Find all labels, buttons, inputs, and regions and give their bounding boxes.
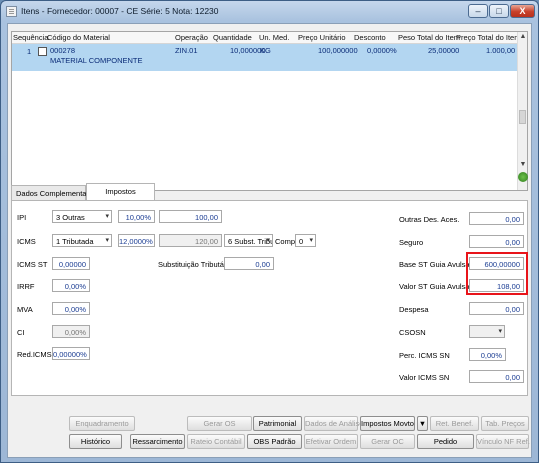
title-bar: Itens - Fornecedor: 00007 - CE Série: 5 … xyxy=(1,1,538,23)
ret-benef-button[interactable]: Ret. Benef. xyxy=(430,416,479,431)
despesa-label: Despesa xyxy=(399,305,429,314)
icms-select[interactable]: 1 Tributada ▾ xyxy=(52,234,112,247)
historico-button[interactable]: Histórico xyxy=(69,434,122,449)
ipi-select-value: 3 Outras xyxy=(56,213,85,222)
red-icms-valor[interactable]: 0,00000% xyxy=(52,347,90,360)
icms-label: ICMS xyxy=(17,237,36,246)
cell-unidade: KG xyxy=(260,46,271,55)
col-peso-total[interactable]: Peso Total do Item xyxy=(398,33,460,42)
items-grid[interactable]: Sequência Código do Material Operação Qu… xyxy=(11,31,528,191)
client-area: Sequência Código do Material Operação Qu… xyxy=(7,23,532,458)
scroll-thumb[interactable] xyxy=(519,110,526,124)
icms-aliquota[interactable]: 12,0000% xyxy=(118,234,155,247)
icms-subst-select[interactable]: 6 Subst. Tribu ▾ xyxy=(224,234,273,247)
col-desconto[interactable]: Desconto xyxy=(354,33,386,42)
ipi-aliquota[interactable]: 10,00% xyxy=(118,210,155,223)
obs-padrao-button[interactable]: OBS Padrão xyxy=(247,434,302,449)
csosn-select[interactable]: ▾ xyxy=(469,325,505,338)
col-quantidade[interactable]: Quantidade xyxy=(213,33,252,42)
col-preco-total[interactable]: Preço Total do Item xyxy=(456,33,520,42)
window: Itens - Fornecedor: 00007 - CE Série: 5 … xyxy=(0,0,539,463)
csosn-label: CSOSN xyxy=(399,328,426,337)
outras-des-aces-valor[interactable]: 0,00 xyxy=(469,212,524,225)
vinculo-nf-ref-button[interactable]: Vínculo NF Ref. xyxy=(476,434,530,449)
impostos-panel: IPI 3 Outras ▾ 10,00% 100,00 ICMS 1 Tribu… xyxy=(11,200,528,396)
icms-st-label: ICMS ST xyxy=(17,260,48,269)
chevron-down-icon: ▾ xyxy=(498,328,502,335)
cell-seq: 1 xyxy=(27,47,32,56)
cell-desconto: 0,0000% xyxy=(367,46,397,55)
scroll-up-icon[interactable]: ▲ xyxy=(519,32,527,41)
chevron-down-icon: ▾ xyxy=(105,237,109,244)
mva-label: MVA xyxy=(17,305,33,314)
tab-dados-complementares[interactable]: Dados Complementares xyxy=(11,185,97,200)
efetivar-ordem-button[interactable]: Efetivar Ordem xyxy=(304,434,358,449)
cell-preco-total: 1.000,00 xyxy=(486,46,516,55)
minimize-button[interactable]: – xyxy=(468,4,488,18)
irrf-valor[interactable]: 0,00% xyxy=(52,279,90,292)
mva-valor[interactable]: 0,00% xyxy=(52,302,90,315)
valor-icms-sn-label: Valor ICMS SN xyxy=(399,373,450,382)
perc-icms-sn-valor[interactable]: 0,00% xyxy=(469,348,506,361)
icms-st-valor[interactable]: 0,00000 xyxy=(52,257,90,270)
ipi-valor[interactable]: 100,00 xyxy=(159,210,222,223)
maximize-button[interactable]: □ xyxy=(489,4,509,18)
col-sequencia[interactable]: Sequência xyxy=(13,33,48,42)
grid-header: Sequência Código do Material Operação Qu… xyxy=(12,32,520,44)
base-st-guia-label: Base ST Guia Avulsa xyxy=(399,260,470,269)
ipi-label: IPI xyxy=(17,213,27,222)
valor-icms-sn-valor[interactable]: 0,00 xyxy=(469,370,524,383)
enquadramento-button[interactable]: Enquadramento xyxy=(69,416,135,431)
chevron-down-icon: ▾ xyxy=(266,237,270,244)
table-row[interactable]: 1 000278 MATERIAL COMPONENTE ZIN.01 10,0… xyxy=(12,44,519,71)
red-icms-label: Red.ICMS xyxy=(17,350,52,359)
subst-tributaria-valor[interactable]: 0,00 xyxy=(224,257,274,270)
ipi-select[interactable]: 3 Outras ▾ xyxy=(52,210,112,223)
col-preco-unitario[interactable]: Preço Unitário xyxy=(298,33,346,42)
compl-value: 0 xyxy=(299,237,304,246)
gerar-oc-button[interactable]: Gerar OC xyxy=(360,434,415,449)
refresh-icon[interactable] xyxy=(518,172,528,182)
col-codigo[interactable]: Código do Material xyxy=(47,33,110,42)
perc-icms-sn-label: Perc. ICMS SN xyxy=(399,351,450,360)
dados-analise-button[interactable]: Dados de Análise xyxy=(304,416,363,431)
cell-descricao: MATERIAL COMPONENTE xyxy=(50,56,143,65)
tab-precos-button[interactable]: Tab. Preços xyxy=(481,416,529,431)
chevron-down-icon: ▾ xyxy=(309,237,313,244)
rateio-contabil-button[interactable]: Rateio Contábil xyxy=(187,434,245,449)
subst-tributaria-label: Substituição Tributária xyxy=(158,260,233,269)
tab-impostos[interactable]: Impostos xyxy=(86,183,155,200)
seguro-label: Seguro xyxy=(399,238,424,247)
compl-select[interactable]: 0 ▾ xyxy=(295,234,316,247)
outras-des-aces-label: Outras Des. Aces. xyxy=(399,215,460,224)
ressarcimento-button[interactable]: Ressarcimento xyxy=(130,434,185,449)
vertical-scrollbar[interactable]: ▲ ▼ xyxy=(517,32,527,190)
row-checkbox[interactable] xyxy=(38,47,47,56)
app-icon xyxy=(6,6,17,17)
icms-base: 120,00 xyxy=(159,234,222,247)
pedido-button[interactable]: Pedido xyxy=(417,434,474,449)
cell-operacao: ZIN.01 xyxy=(175,46,198,55)
col-un-med[interactable]: Un. Med. xyxy=(259,33,289,42)
window-title: Itens - Fornecedor: 00007 - CE Série: 5 … xyxy=(21,6,219,16)
ci-valor: 0,00% xyxy=(52,325,90,338)
icms-select-value: 1 Tributada xyxy=(56,237,94,246)
valor-st-guia-label: Valor ST Guia Avulsa xyxy=(399,282,470,291)
patrimonial-button[interactable]: Patrimonial xyxy=(253,416,302,431)
irrf-label: IRRF xyxy=(17,282,35,291)
cell-peso-total: 25,00000 xyxy=(428,46,460,55)
cell-codigo: 000278 xyxy=(50,46,76,55)
despesa-valor[interactable]: 0,00 xyxy=(469,302,524,315)
impostos-movto-button[interactable]: Impostos Movto xyxy=(360,416,415,431)
highlight-box xyxy=(466,252,528,295)
col-operacao[interactable]: Operação xyxy=(175,33,208,42)
close-button[interactable]: X xyxy=(510,4,535,18)
scroll-down-icon[interactable]: ▼ xyxy=(519,160,527,169)
gerar-os-button[interactable]: Gerar OS xyxy=(187,416,252,431)
chevron-down-icon: ▾ xyxy=(105,213,109,220)
ci-label: CI xyxy=(17,328,25,337)
seguro-valor[interactable]: 0,00 xyxy=(469,235,524,248)
more-dropdown-icon[interactable]: ▼ xyxy=(417,416,428,431)
cell-preco-unitario: 100,000000 xyxy=(318,46,358,55)
